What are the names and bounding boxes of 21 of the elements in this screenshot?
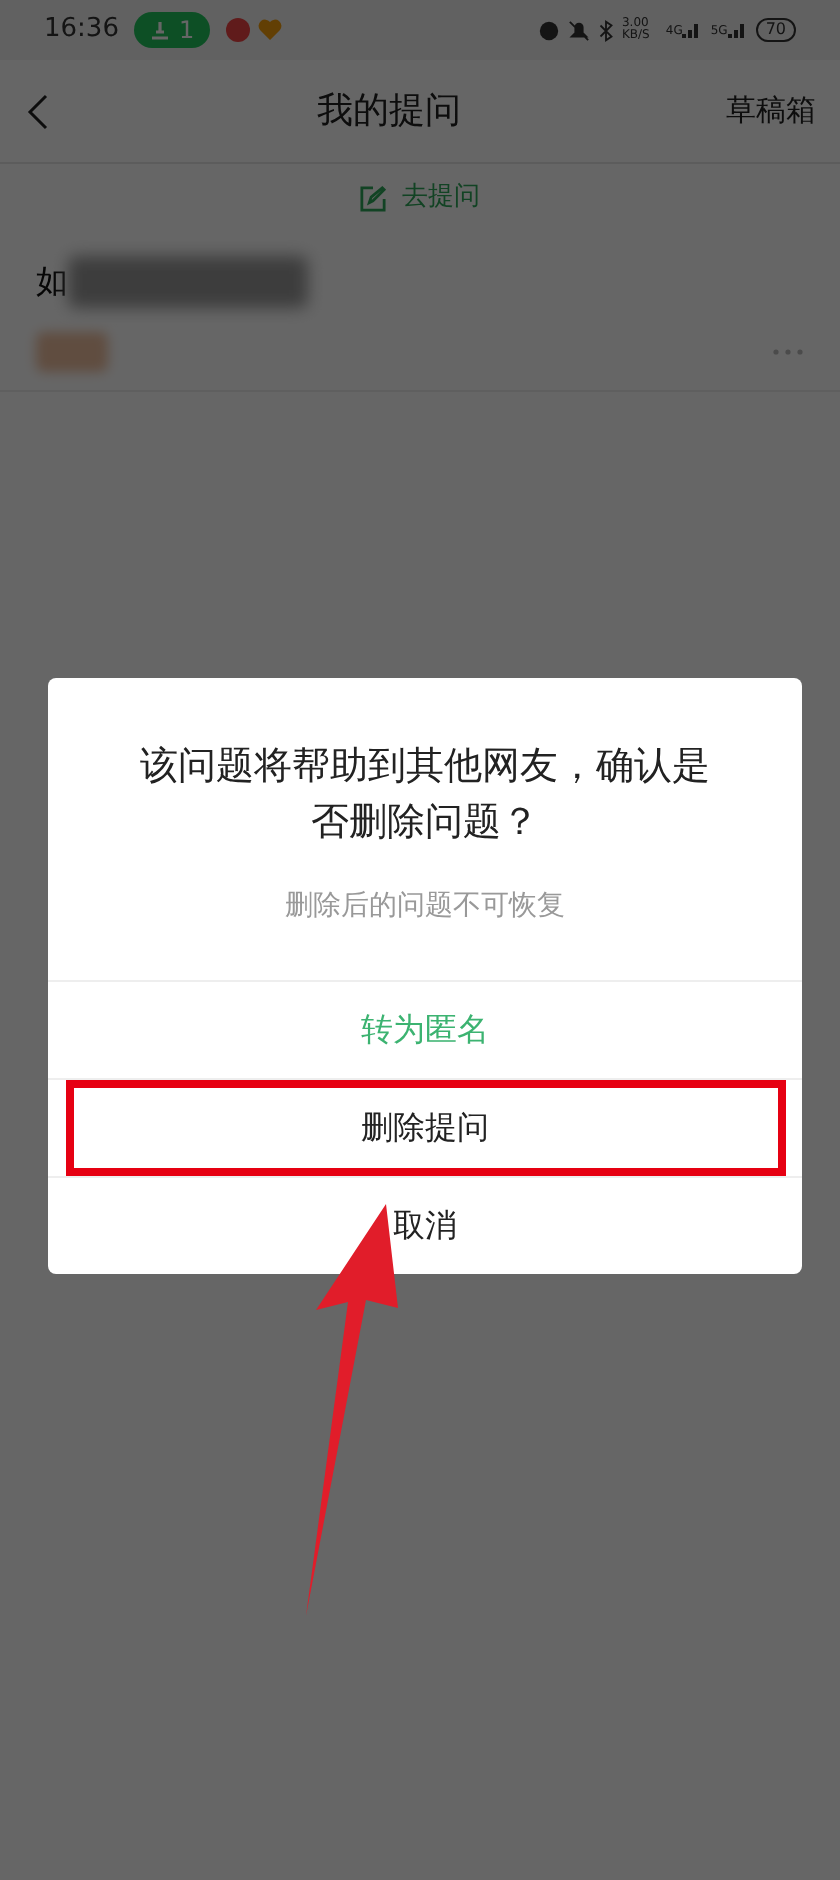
signal-icon (727, 20, 748, 40)
heart-icon (258, 18, 283, 42)
edit-icon (360, 185, 386, 211)
status-time: 16:36 (44, 12, 119, 49)
blurred-area (36, 332, 108, 372)
battery-level: 70 (755, 18, 796, 42)
signal-icon (682, 20, 703, 40)
page-title: 我的提问 (315, 88, 463, 136)
drafts-button[interactable]: 草稿箱 (726, 88, 816, 134)
hotspot-icon (150, 20, 171, 40)
dialog-title: 该问题将帮助到其他网友，确认是否删除问题？ (138, 742, 712, 848)
dialog-action[interactable]: 删除提问 (65, 1080, 785, 1176)
hotspot-badge: 1 (134, 12, 211, 48)
ask-question-link[interactable]: 去提问 (360, 164, 480, 232)
bluetooth-icon (597, 19, 614, 41)
back-icon[interactable] (24, 91, 52, 131)
question-title[interactable]: 如 (36, 258, 68, 306)
dialog-subtitle: 删除后的问题不可恢复 (285, 888, 565, 926)
dialog-action[interactable]: 转为匿名 (48, 982, 802, 1078)
mute-icon (567, 19, 590, 41)
dialog-action[interactable]: 取消 (48, 1178, 802, 1274)
